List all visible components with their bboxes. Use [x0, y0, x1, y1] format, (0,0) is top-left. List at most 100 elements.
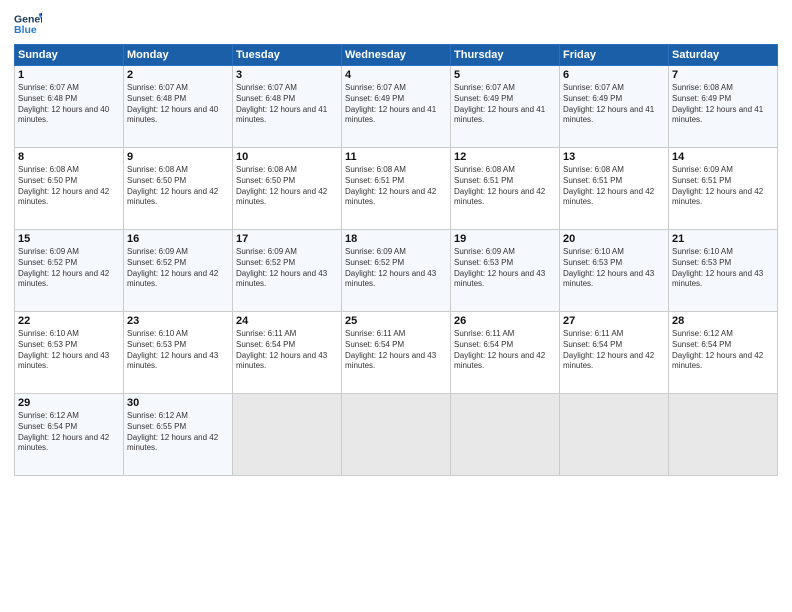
day-info: Sunrise: 6:08 AMSunset: 6:51 PMDaylight:… [454, 165, 556, 208]
calendar-cell: 4 Sunrise: 6:07 AMSunset: 6:49 PMDaylight… [342, 66, 451, 148]
calendar-table: SundayMondayTuesdayWednesdayThursdayFrid… [14, 44, 778, 476]
day-number: 11 [345, 151, 447, 163]
col-header-monday: Monday [124, 45, 233, 66]
calendar-cell: 15 Sunrise: 6:09 AMSunset: 6:52 PMDayligh… [15, 230, 124, 312]
calendar-cell: 3 Sunrise: 6:07 AMSunset: 6:48 PMDaylight… [233, 66, 342, 148]
day-number: 8 [18, 151, 120, 163]
day-number: 1 [18, 69, 120, 81]
day-info: Sunrise: 6:11 AMSunset: 6:54 PMDaylight:… [454, 329, 556, 372]
header: General Blue [14, 10, 778, 38]
page: General Blue SundayMondayTuesdayWednesda… [0, 0, 792, 612]
day-number: 9 [127, 151, 229, 163]
col-header-sunday: Sunday [15, 45, 124, 66]
day-info: Sunrise: 6:07 AMSunset: 6:49 PMDaylight:… [345, 83, 447, 126]
day-info: Sunrise: 6:07 AMSunset: 6:48 PMDaylight:… [236, 83, 338, 126]
day-number: 13 [563, 151, 665, 163]
calendar-cell: 18Sunrise: 6:09 AMSunset: 6:52 PMDayligh… [342, 230, 451, 312]
calendar-cell: 16 Sunrise: 6:09 AMSunset: 6:52 PMDayligh… [124, 230, 233, 312]
col-header-tuesday: Tuesday [233, 45, 342, 66]
col-header-saturday: Saturday [669, 45, 778, 66]
day-info: Sunrise: 6:08 AMSunset: 6:49 PMDaylight:… [672, 83, 774, 126]
day-number: 10 [236, 151, 338, 163]
day-number: 3 [236, 69, 338, 81]
calendar-cell: 9 Sunrise: 6:08 AMSunset: 6:50 PMDaylight… [124, 148, 233, 230]
day-number: 26 [454, 315, 556, 327]
calendar-cell: 8 Sunrise: 6:08 AMSunset: 6:50 PMDaylight… [15, 148, 124, 230]
calendar-cell: 5Sunrise: 6:07 AMSunset: 6:49 PMDaylight… [451, 66, 560, 148]
calendar-cell [451, 394, 560, 476]
calendar-cell [669, 394, 778, 476]
col-header-wednesday: Wednesday [342, 45, 451, 66]
day-number: 22 [18, 315, 120, 327]
svg-text:Blue: Blue [14, 24, 37, 36]
day-info: Sunrise: 6:11 AMSunset: 6:54 PMDaylight:… [236, 329, 338, 372]
calendar-cell: 10 Sunrise: 6:08 AMSunset: 6:50 PMDayligh… [233, 148, 342, 230]
logo: General Blue [14, 10, 46, 38]
calendar-cell: 25 Sunrise: 6:11 AMSunset: 6:54 PMDayligh… [342, 312, 451, 394]
day-number: 15 [18, 233, 120, 245]
calendar-cell: 17Sunrise: 6:09 AMSunset: 6:52 PMDayligh… [233, 230, 342, 312]
calendar-cell: 24 Sunrise: 6:11 AMSunset: 6:54 PMDayligh… [233, 312, 342, 394]
day-info: Sunrise: 6:09 AMSunset: 6:52 PMDaylight:… [18, 247, 120, 290]
day-info: Sunrise: 6:11 AMSunset: 6:54 PMDaylight:… [345, 329, 447, 372]
day-number: 28 [672, 315, 774, 327]
calendar-cell: 27 Sunrise: 6:11 AMSunset: 6:54 PMDayligh… [560, 312, 669, 394]
day-number: 2 [127, 69, 229, 81]
calendar-cell: 7 Sunrise: 6:08 AMSunset: 6:49 PMDaylight… [669, 66, 778, 148]
day-number: 21 [672, 233, 774, 245]
day-info: Sunrise: 6:08 AMSunset: 6:50 PMDaylight:… [127, 165, 229, 208]
day-info: Sunrise: 6:08 AMSunset: 6:51 PMDaylight:… [345, 165, 447, 208]
day-info: Sunrise: 6:08 AMSunset: 6:51 PMDaylight:… [563, 165, 665, 208]
day-info: Sunrise: 6:07 AMSunset: 6:49 PMDaylight:… [563, 83, 665, 126]
col-header-thursday: Thursday [451, 45, 560, 66]
day-info: Sunrise: 6:07 AMSunset: 6:48 PMDaylight:… [127, 83, 229, 126]
day-number: 4 [345, 69, 447, 81]
day-number: 7 [672, 69, 774, 81]
day-info: Sunrise: 6:07 AMSunset: 6:49 PMDaylight:… [454, 83, 556, 126]
day-info: Sunrise: 6:10 AMSunset: 6:53 PMDaylight:… [563, 247, 665, 290]
day-info: Sunrise: 6:11 AMSunset: 6:54 PMDaylight:… [563, 329, 665, 372]
day-number: 23 [127, 315, 229, 327]
calendar-cell: 28Sunrise: 6:12 AMSunset: 6:54 PMDayligh… [669, 312, 778, 394]
day-info: Sunrise: 6:07 AMSunset: 6:48 PMDaylight:… [18, 83, 120, 126]
day-number: 18 [345, 233, 447, 245]
calendar-cell: 21 Sunrise: 6:10 AMSunset: 6:53 PMDayligh… [669, 230, 778, 312]
calendar-cell: 26 Sunrise: 6:11 AMSunset: 6:54 PMDayligh… [451, 312, 560, 394]
day-number: 19 [454, 233, 556, 245]
calendar-cell: 19 Sunrise: 6:09 AMSunset: 6:53 PMDayligh… [451, 230, 560, 312]
day-number: 24 [236, 315, 338, 327]
calendar-cell: 1 Sunrise: 6:07 AMSunset: 6:48 PMDaylight… [15, 66, 124, 148]
day-number: 20 [563, 233, 665, 245]
day-info: Sunrise: 6:12 AMSunset: 6:54 PMDaylight:… [18, 411, 120, 454]
calendar-cell: 14 Sunrise: 6:09 AMSunset: 6:51 PMDayligh… [669, 148, 778, 230]
day-info: Sunrise: 6:09 AMSunset: 6:53 PMDaylight:… [454, 247, 556, 290]
day-number: 12 [454, 151, 556, 163]
day-info: Sunrise: 6:08 AMSunset: 6:50 PMDaylight:… [236, 165, 338, 208]
calendar-cell: 29 Sunrise: 6:12 AMSunset: 6:54 PMDayligh… [15, 394, 124, 476]
day-info: Sunrise: 6:10 AMSunset: 6:53 PMDaylight:… [18, 329, 120, 372]
calendar-cell [342, 394, 451, 476]
day-info: Sunrise: 6:10 AMSunset: 6:53 PMDaylight:… [127, 329, 229, 372]
calendar-cell: 30 Sunrise: 6:12 AMSunset: 6:55 PMDayligh… [124, 394, 233, 476]
calendar-cell: 6 Sunrise: 6:07 AMSunset: 6:49 PMDaylight… [560, 66, 669, 148]
day-info: Sunrise: 6:09 AMSunset: 6:52 PMDaylight:… [127, 247, 229, 290]
day-number: 27 [563, 315, 665, 327]
calendar-cell: 13 Sunrise: 6:08 AMSunset: 6:51 PMDayligh… [560, 148, 669, 230]
calendar-cell: 22 Sunrise: 6:10 AMSunset: 6:53 PMDayligh… [15, 312, 124, 394]
day-number: 30 [127, 397, 229, 409]
day-info: Sunrise: 6:08 AMSunset: 6:50 PMDaylight:… [18, 165, 120, 208]
day-number: 25 [345, 315, 447, 327]
day-number: 16 [127, 233, 229, 245]
day-number: 29 [18, 397, 120, 409]
calendar-cell: 12 Sunrise: 6:08 AMSunset: 6:51 PMDayligh… [451, 148, 560, 230]
day-info: Sunrise: 6:10 AMSunset: 6:53 PMDaylight:… [672, 247, 774, 290]
day-number: 14 [672, 151, 774, 163]
day-number: 6 [563, 69, 665, 81]
calendar-cell: 20 Sunrise: 6:10 AMSunset: 6:53 PMDayligh… [560, 230, 669, 312]
col-header-friday: Friday [560, 45, 669, 66]
day-info: Sunrise: 6:09 AMSunset: 6:51 PMDaylight:… [672, 165, 774, 208]
logo-icon: General Blue [14, 10, 42, 38]
calendar-cell [233, 394, 342, 476]
day-info: Sunrise: 6:12 AMSunset: 6:55 PMDaylight:… [127, 411, 229, 454]
calendar-cell: 23 Sunrise: 6:10 AMSunset: 6:53 PMDayligh… [124, 312, 233, 394]
